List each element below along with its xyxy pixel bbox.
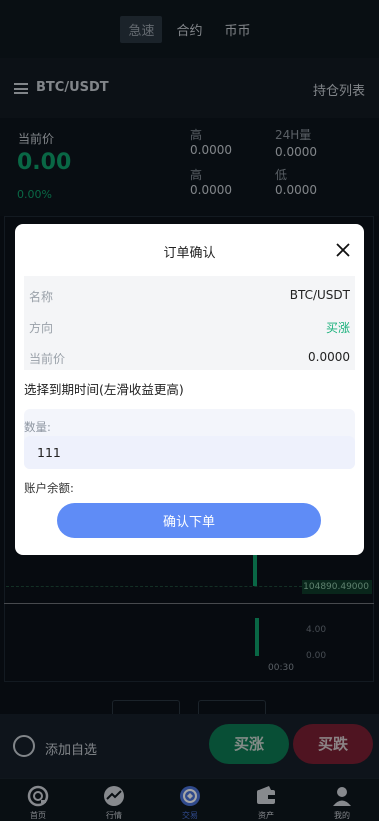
order-value: 0.0000 [308, 350, 350, 364]
close-icon[interactable] [335, 242, 351, 258]
order-key: 名称 [29, 290, 54, 304]
order-row-price: 当前价 0.0000 [24, 346, 355, 372]
order-row-name: 名称 BTC/USDT [24, 284, 355, 310]
quantity-label: 数量: [24, 420, 51, 434]
order-row-direction: 方向 买涨 [24, 315, 355, 341]
account-balance-label: 账户余额: [24, 481, 74, 495]
dialog-title: 订单确认 [163, 246, 216, 261]
order-key: 当前价 [29, 352, 66, 366]
order-confirm-dialog: 订单确认 名称 BTC/USDT 方向 买涨 当前价 0.0000 选择到期时间… [15, 224, 364, 555]
quantity-box: 数量: [24, 409, 355, 469]
quantity-input[interactable] [24, 436, 355, 469]
order-key: 方向 [29, 321, 54, 335]
expiry-time-label: 选择到期时间(左滑收益更高) [24, 382, 184, 397]
confirm-order-button[interactable]: 确认下单 [57, 503, 321, 538]
order-info-panel: 名称 BTC/USDT 方向 买涨 当前价 0.0000 [24, 276, 355, 370]
direction-value: 买涨 [325, 321, 350, 335]
order-value: BTC/USDT [289, 288, 350, 302]
